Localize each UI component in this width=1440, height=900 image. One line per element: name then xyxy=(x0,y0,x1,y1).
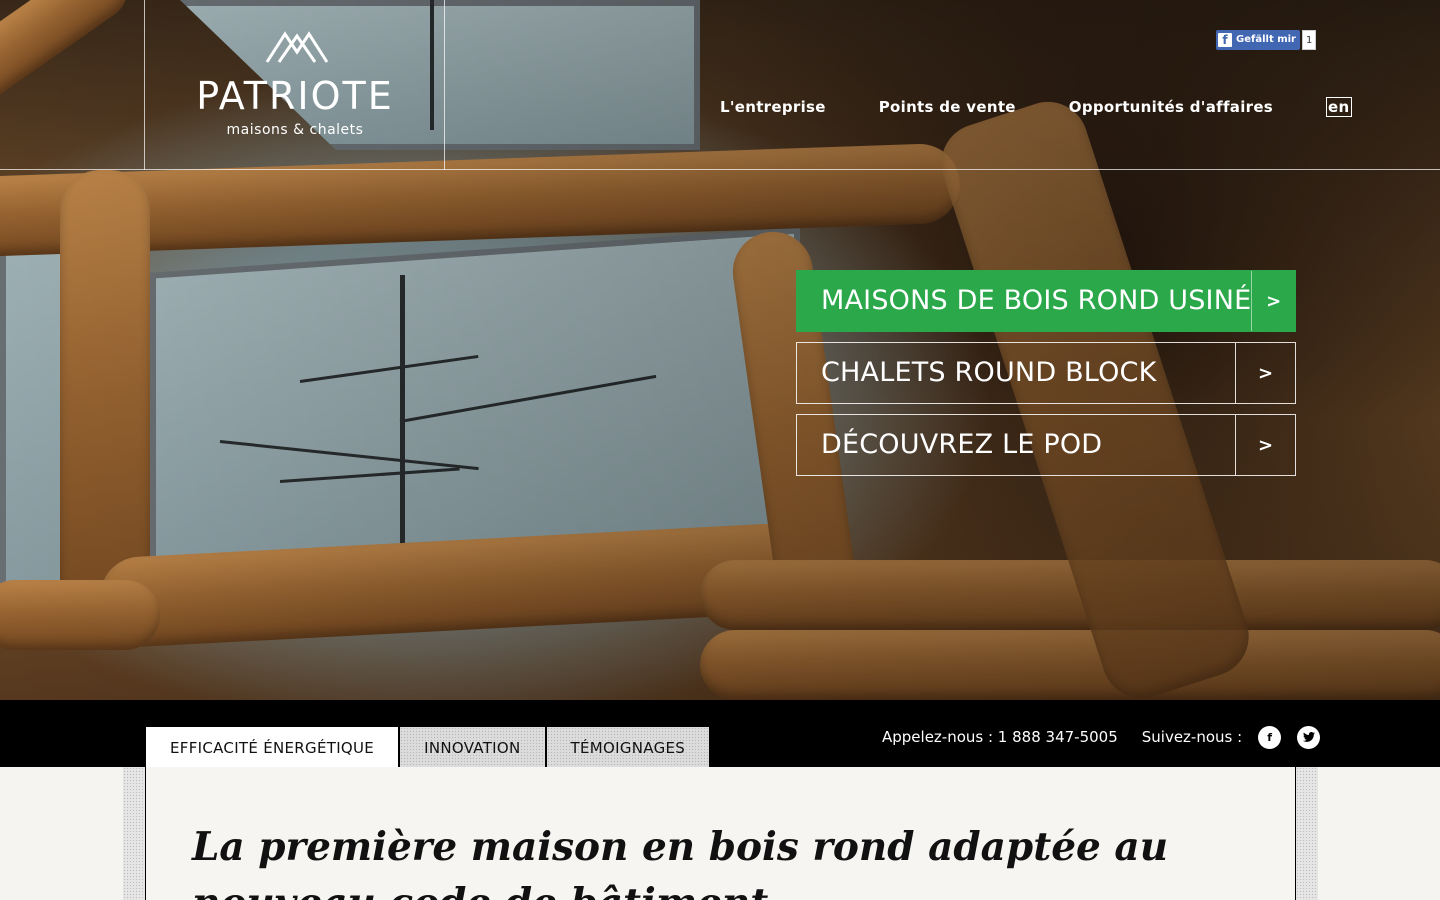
side-pattern-left xyxy=(123,767,145,900)
tab-innovation[interactable]: INNOVATION xyxy=(399,726,546,767)
cta-chalets-round-block[interactable]: CHALETS ROUND BLOCK > xyxy=(796,342,1296,404)
twitter-icon[interactable] xyxy=(1297,725,1321,749)
phone-number: Appelez-nous : 1 888 347-5005 xyxy=(882,728,1118,746)
nav-item-points-de-vente[interactable]: Points de vente xyxy=(879,98,1016,116)
cta-label: MAISONS DE BOIS ROND USINÉ xyxy=(821,285,1252,316)
cta-decouvrez-pod[interactable]: DÉCOUVREZ LE POD > xyxy=(796,414,1296,476)
follow-label: Suivez-nous : xyxy=(1141,728,1243,746)
logo-name: PATRIOTE xyxy=(196,74,394,118)
facebook-like-button[interactable]: f Gefällt mir xyxy=(1216,30,1300,50)
cta-maisons-bois-rond[interactable]: MAISONS DE BOIS ROND USINÉ > xyxy=(796,270,1296,332)
facebook-like-count: 1 xyxy=(1302,30,1317,50)
content-tabs: EFFICACITÉ ÉNERGÉTIQUE INNOVATION TÉMOIG… xyxy=(145,726,711,767)
language-switch[interactable]: en xyxy=(1326,97,1352,117)
chevron-right-icon: > xyxy=(1235,343,1295,403)
content-panel: La première maison en bois rond adaptée … xyxy=(145,767,1296,900)
side-pattern-right xyxy=(1296,767,1318,900)
chevron-right-icon: > xyxy=(1235,415,1295,475)
contact-info: Appelez-nous : 1 888 347-5005 Suivez-nou… xyxy=(882,725,1321,749)
facebook-icon: f xyxy=(1218,33,1232,47)
facebook-icon[interactable]: f xyxy=(1258,725,1282,749)
tab-temoignages[interactable]: TÉMOIGNAGES xyxy=(545,726,711,767)
tab-efficacite-energetique[interactable]: EFFICACITÉ ÉNERGÉTIQUE xyxy=(145,726,400,767)
facebook-like-label: Gefällt mir xyxy=(1236,34,1296,45)
main-nav: L'entreprise Points de vente Opportunité… xyxy=(720,97,1352,117)
cta-label: CHALETS ROUND BLOCK xyxy=(821,357,1157,388)
chevron-right-icon: > xyxy=(1251,271,1295,331)
logo-tagline: maisons & chalets xyxy=(226,122,364,138)
nav-item-entreprise[interactable]: L'entreprise xyxy=(720,98,826,116)
logo[interactable]: PATRIOTE maisons & chalets xyxy=(144,0,445,170)
content-headline: La première maison en bois rond adaptée … xyxy=(192,824,1169,900)
cta-label: DÉCOUVREZ LE POD xyxy=(821,429,1103,460)
facebook-like-widget[interactable]: f Gefällt mir 1 xyxy=(1216,30,1317,50)
nav-item-opportunites[interactable]: Opportunités d'affaires xyxy=(1069,98,1273,116)
logo-mountain-icon xyxy=(265,31,329,63)
